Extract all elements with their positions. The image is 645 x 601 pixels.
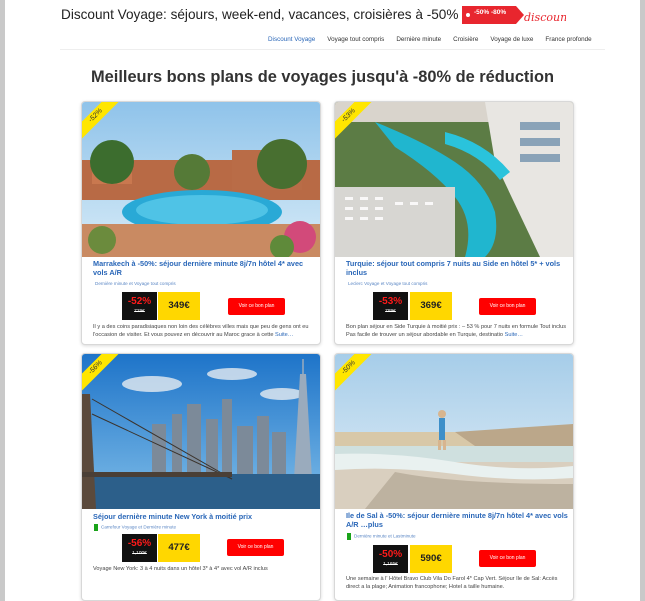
deal-categories[interactable]: Dernière minute et Lastminute — [347, 533, 416, 540]
deal-card-turquie[interactable]: -53% Turquie: séjour tout compris 7 nuit… — [334, 101, 574, 345]
deal-categories[interactable]: Carrefour Voyage et Dernière minute — [94, 524, 176, 531]
left-border — [0, 0, 5, 601]
nav-voyage-de-luxe[interactable]: Voyage de luxe — [484, 36, 539, 43]
right-border — [640, 0, 645, 601]
deal-title[interactable]: Séjour dernière minute New York à moitié… — [93, 512, 315, 521]
nav-france-profonde[interactable]: France profonde — [539, 36, 597, 43]
deal-title[interactable]: Marrakech à -50%: séjour dernière minute… — [93, 259, 315, 277]
deal-title[interactable]: Ile de Sal à -50%: séjour dernière minut… — [346, 511, 568, 529]
deal-title[interactable]: Turquie: séjour tout compris 7 nuits au … — [346, 259, 568, 277]
nav-derniere-minute[interactable]: Dernière minute — [390, 36, 447, 43]
deal-description-text: Voyage New York: 3 à 4 nuits dans un hôt… — [93, 566, 268, 572]
new-price: 590€ — [410, 545, 452, 573]
logo-wordmark: discount — [524, 11, 566, 24]
deal-card-new-york[interactable]: -56% Séjour dernière minute New York à m… — [81, 353, 321, 601]
deal-description: Il y a des coins paradisiaques non loin … — [93, 323, 315, 339]
main-nav: Discount Voyage Voyage tout compris Dern… — [262, 36, 598, 43]
category-marker — [94, 524, 98, 531]
deal-card-ile-de-sal[interactable]: -50% Ile de Sal à -50%: séjour dernière … — [334, 353, 574, 601]
old-price-box: -56% 1,100€ — [122, 534, 157, 562]
old-price: 1,165€ — [383, 562, 398, 567]
site-logo[interactable]: -50% -80% discount — [458, 2, 572, 28]
deal-description-text: Bon plan séjour en Side Turquie à moitié… — [346, 324, 567, 338]
read-more-link[interactable]: Suite… — [275, 332, 293, 338]
old-price: 1,100€ — [132, 551, 147, 556]
old-price-box: -53% 789€ — [373, 292, 408, 320]
view-deal-button[interactable]: Voir ce bon plan — [228, 298, 285, 315]
logo-badge-text: -50% -80% — [474, 9, 506, 16]
discount-percent: -53% — [378, 296, 403, 307]
discount-percent: -52% — [127, 296, 152, 307]
discount-percent: -56% — [127, 538, 152, 549]
old-price: 789€ — [385, 309, 396, 314]
new-price: 369€ — [410, 292, 452, 320]
old-price-box: -52% 729€ — [122, 292, 157, 320]
view-deal-button[interactable]: Voir ce bon plan — [227, 539, 284, 556]
deal-image-ile-de-sal[interactable] — [335, 354, 573, 509]
deal-categories-text[interactable]: Carrefour Voyage et Dernière minute — [101, 525, 176, 530]
new-price: 349€ — [158, 292, 200, 320]
deal-categories-text[interactable]: Dernière minute et Lastminute — [354, 534, 416, 539]
nav-discount-voyage[interactable]: Discount Voyage — [262, 36, 321, 43]
nav-voyage-tout-compris[interactable]: Voyage tout compris — [321, 36, 390, 43]
deal-description: Voyage New York: 3 à 4 nuits dans un hôt… — [93, 565, 315, 573]
deal-description: Une semaine à l' Hôtel Bravo Club Vila D… — [346, 575, 568, 591]
site-title[interactable]: Discount Voyage: séjours, week-end, vaca… — [61, 7, 485, 22]
page: Discount Voyage: séjours, week-end, vaca… — [0, 0, 645, 601]
nav-croisiere[interactable]: Croisière — [447, 36, 484, 43]
category-marker — [347, 533, 351, 540]
deal-description: Bon plan séjour en Side Turquie à moitié… — [346, 323, 568, 339]
deal-categories[interactable]: Dernière minute et Voyage tout compris — [95, 281, 176, 286]
view-deal-button[interactable]: Voir ce bon plan — [479, 298, 536, 315]
page-heading: Meilleurs bons plans de voyages jusqu'à … — [91, 68, 554, 86]
nav-divider — [60, 49, 605, 50]
deal-image-marrakech[interactable] — [82, 102, 320, 257]
deal-categories[interactable]: Leclerc Voyage et Voyage tout compris — [348, 281, 427, 286]
deal-card-marrakech[interactable]: -52% Marrakech à -50%: séjour dernière m… — [81, 101, 321, 345]
read-more-link[interactable]: Suite… — [505, 332, 523, 338]
deal-image-new-york[interactable] — [82, 354, 320, 509]
deal-description-text: Une semaine à l' Hôtel Bravo Club Vila D… — [346, 576, 558, 590]
new-price: 477€ — [158, 534, 200, 562]
old-price: 729€ — [134, 309, 145, 314]
view-deal-button[interactable]: Voir ce bon plan — [479, 550, 536, 567]
deal-image-turquie[interactable] — [335, 102, 573, 257]
old-price-box: -50% 1,165€ — [373, 545, 408, 573]
discount-percent: -50% — [378, 549, 403, 560]
